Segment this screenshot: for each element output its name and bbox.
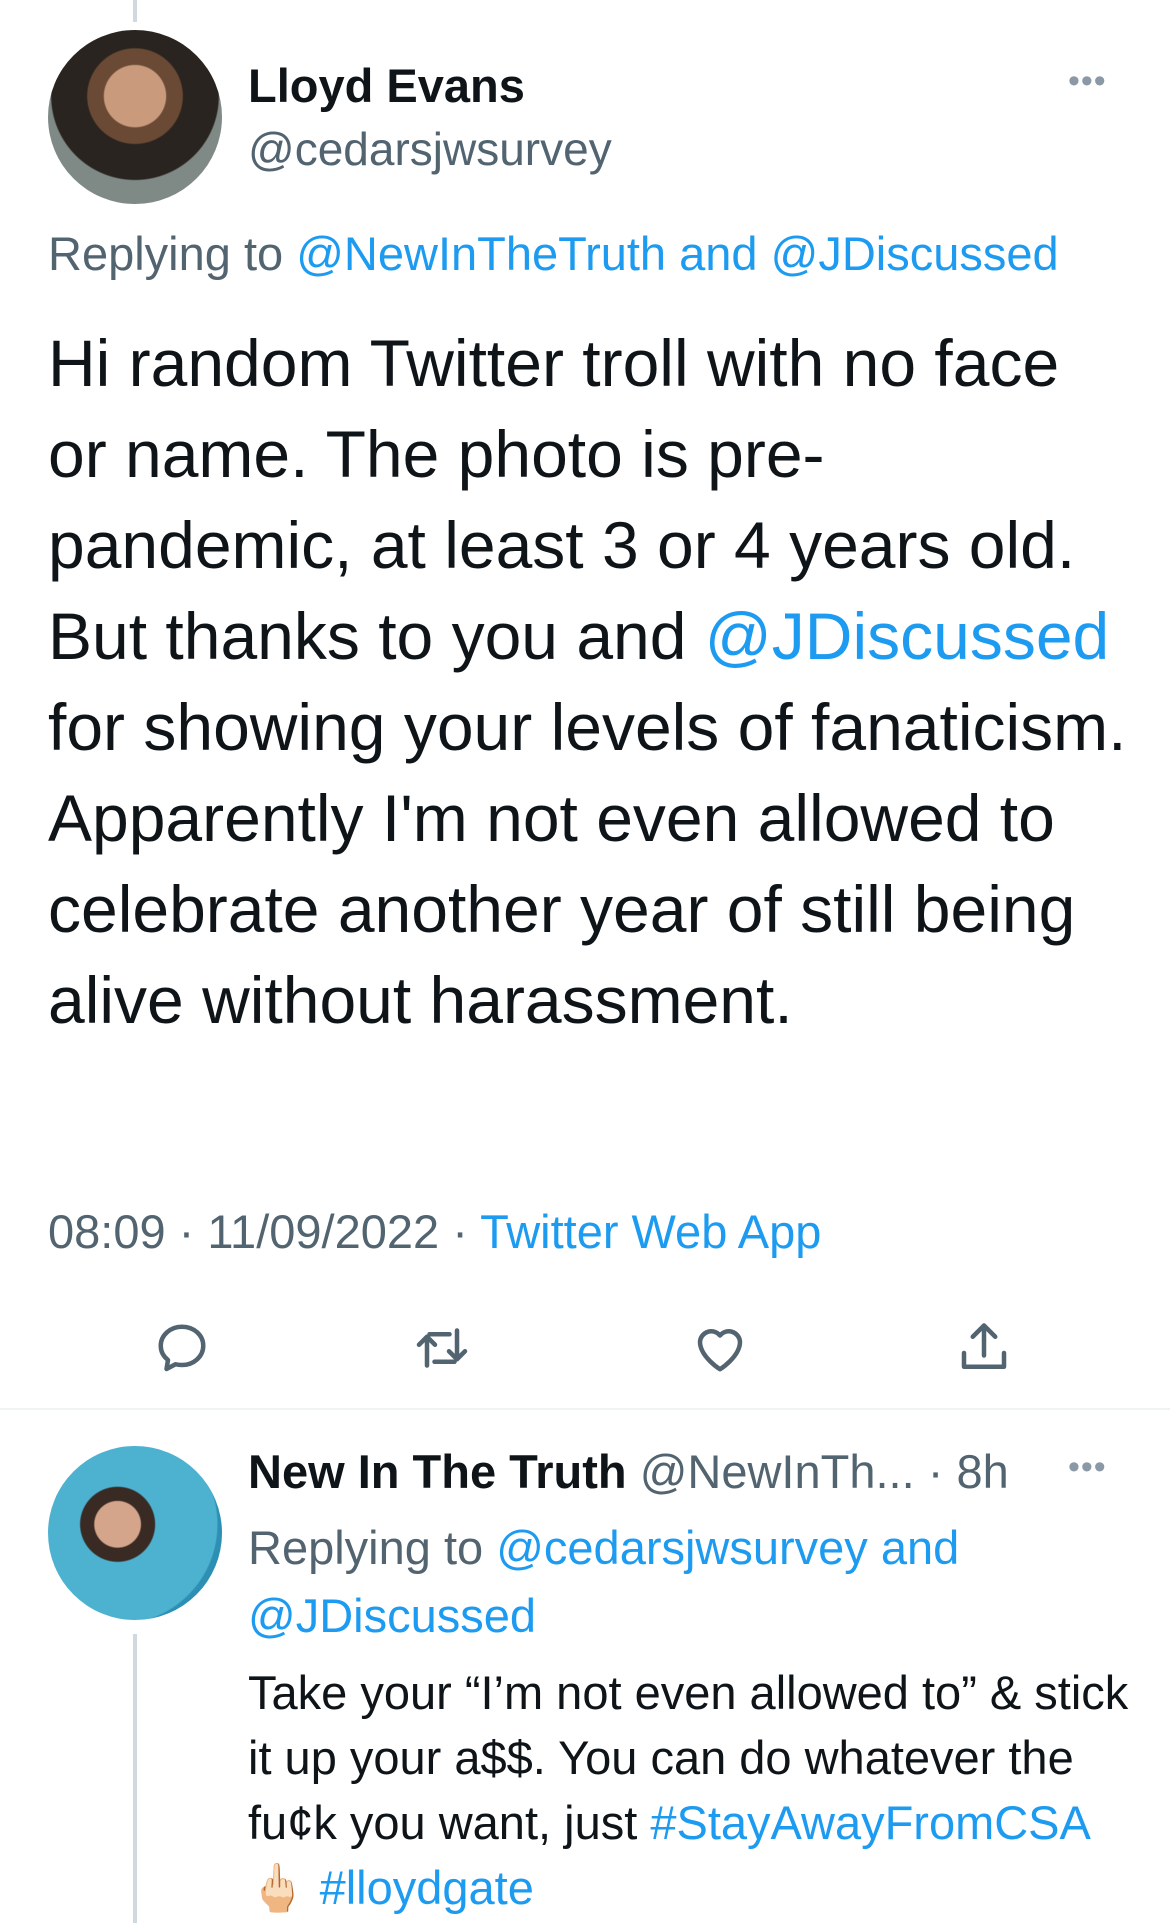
hashtag-link[interactable]: #StayAwayFromCSA [650, 1796, 1088, 1849]
retweet-button[interactable] [412, 1318, 472, 1378]
meta-separator: · [165, 1205, 208, 1258]
author-handle[interactable]: @cedarsjwsurvey [248, 122, 612, 176]
replying-to: Replying to @cedarsjwsurvey and @JDiscuss… [248, 1514, 1128, 1650]
reply-age[interactable]: 8h [956, 1445, 1008, 1498]
reply-author-handle[interactable]: @NewInTh... [640, 1445, 915, 1498]
meta-separator: · [914, 1445, 957, 1498]
divider [0, 1408, 1170, 1410]
hashtag-link[interactable]: #lloydgate [320, 1861, 534, 1914]
reply-button[interactable] [152, 1318, 212, 1378]
mention-link[interactable]: @cedarsjwsurvey [496, 1521, 868, 1574]
share-button[interactable] [954, 1318, 1014, 1378]
mention-link[interactable]: @JDiscussed [248, 1589, 536, 1642]
share-icon [961, 1323, 1007, 1369]
replying-to: Replying to @NewInTheTruth and @JDiscuss… [48, 226, 1059, 281]
heart-icon [697, 1329, 743, 1372]
mention-link[interactable]: @JDiscussed [771, 227, 1059, 280]
tweet-text: Hi random Twitter troll with no face or … [48, 318, 1128, 1046]
thread-line [133, 1634, 137, 1923]
reply-icon [158, 1324, 206, 1372]
tweet-meta: 08:09 · 11/09/2022 · Twitter Web App [48, 1204, 821, 1259]
replying-and: and [867, 1521, 960, 1574]
like-button[interactable] [690, 1318, 750, 1378]
reply-text: Take your “I’m not even allowed to” & st… [248, 1660, 1148, 1920]
replying-and: and [666, 227, 771, 280]
author-name[interactable]: Lloyd Evans [248, 58, 525, 113]
reply-author-name[interactable]: New In The Truth [248, 1445, 627, 1498]
tweet-source[interactable]: Twitter Web App [480, 1205, 821, 1258]
action-bar [0, 1318, 1170, 1388]
tweet-date[interactable]: 11/09/2022 [207, 1205, 439, 1258]
replying-prefix: Replying to [248, 1521, 497, 1574]
avatar[interactable] [48, 30, 222, 204]
tweet-text-part: for showing your levels of fanaticism. A… [48, 690, 1127, 1037]
mention-link[interactable]: @JDiscussed [705, 599, 1109, 673]
thread-line-top [133, 0, 137, 22]
retweet-icon [416, 1328, 468, 1368]
meta-separator: · [439, 1205, 481, 1258]
tweet-time[interactable]: 08:09 [48, 1205, 166, 1258]
avatar[interactable] [48, 1446, 222, 1620]
reply-header: New In The Truth @NewInTh... · 8h [248, 1444, 1009, 1499]
more-horizontal-icon[interactable]: ••• [1068, 62, 1107, 101]
replying-prefix: Replying to [48, 227, 297, 280]
middle-finger-emoji: 🖕🏻 [248, 1861, 320, 1914]
mention-link[interactable]: @NewInTheTruth [296, 227, 666, 280]
more-horizontal-icon[interactable]: ••• [1068, 1448, 1107, 1487]
